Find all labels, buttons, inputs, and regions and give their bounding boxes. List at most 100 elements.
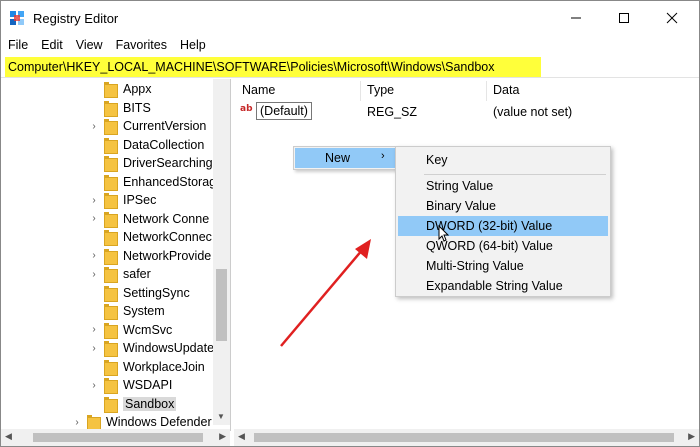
menu-favorites[interactable]: Favorites xyxy=(109,35,173,55)
close-icon xyxy=(666,12,678,24)
minimize-icon xyxy=(571,17,581,19)
chevron-right-icon[interactable]: › xyxy=(89,121,99,132)
submenu-item-dword-value[interactable]: DWORD (32-bit) Value xyxy=(398,216,608,236)
submenu-item-label: String Value xyxy=(426,179,494,193)
folder-icon xyxy=(104,230,118,246)
scrollbar-thumb[interactable] xyxy=(254,433,674,442)
values-horizontal-scrollbar[interactable]: ◀ ▶ xyxy=(234,429,699,446)
scroll-down-icon[interactable]: ▼ xyxy=(217,412,225,421)
tree-item-label: NetworkConnec xyxy=(123,230,212,244)
tree-item-label: CurrentVersion xyxy=(123,119,207,133)
window-title: Registry Editor xyxy=(33,11,119,26)
folder-icon xyxy=(104,359,118,376)
folder-icon xyxy=(104,137,118,154)
scroll-left-icon[interactable]: ◀ xyxy=(5,431,12,442)
scroll-right-icon[interactable]: ▶ xyxy=(688,431,695,442)
tree-item-label: DataCollection xyxy=(123,137,205,152)
scrollbar-thumb[interactable] xyxy=(33,433,203,442)
folder-icon xyxy=(104,211,118,228)
folder-icon xyxy=(104,119,118,135)
tree-item[interactable]: System xyxy=(104,302,165,320)
submenu-item-binary-value[interactable]: Binary Value xyxy=(398,196,608,216)
tree-vertical-scrollbar[interactable]: ▼ xyxy=(213,79,230,425)
tree-item[interactable]: › WcmSvc xyxy=(92,321,172,339)
tree-item[interactable]: WorkplaceJoin xyxy=(104,358,205,376)
submenu-item-multi-string-value[interactable]: Multi-String Value xyxy=(398,256,608,276)
column-divider[interactable] xyxy=(360,81,361,101)
scroll-left-icon[interactable]: ◀ xyxy=(238,431,245,442)
chevron-right-icon: › xyxy=(381,150,385,162)
scroll-right-icon[interactable]: ▶ xyxy=(219,431,226,442)
menu-help[interactable]: Help xyxy=(173,35,212,55)
folder-icon xyxy=(104,396,118,413)
minimize-button[interactable] xyxy=(553,1,599,35)
submenu-item-expandable-string-value[interactable]: Expandable String Value xyxy=(398,276,608,296)
tree-item[interactable]: Sandbox xyxy=(104,395,177,413)
tree-item-label: WSDAPI xyxy=(123,378,173,392)
tree-item-label: BITS xyxy=(123,100,151,115)
mouse-cursor-icon xyxy=(438,225,450,242)
tree-horizontal-scrollbar[interactable]: ◀ ▶ xyxy=(1,429,230,446)
tree-item-label: safer xyxy=(123,267,151,281)
title-bar: Registry Editor xyxy=(1,1,699,35)
column-name-header[interactable]: Name xyxy=(242,83,275,97)
tree-item[interactable]: SettingSync xyxy=(104,284,190,302)
chevron-right-icon[interactable]: › xyxy=(89,380,99,391)
tree-item[interactable]: › NetworkProvide xyxy=(92,247,211,265)
annotation-arrow-icon xyxy=(280,239,371,347)
tree-item-label: WindowsUpdate xyxy=(123,341,215,355)
tree-item[interactable]: EnhancedStorag xyxy=(104,173,216,191)
folder-icon xyxy=(104,267,118,283)
chevron-right-icon[interactable]: › xyxy=(89,269,99,280)
tree-item[interactable]: › Network Conne xyxy=(92,210,209,228)
menu-file[interactable]: File xyxy=(1,35,34,55)
close-button[interactable] xyxy=(649,1,695,35)
tree-item[interactable]: Appx xyxy=(104,80,152,98)
menu-bar: File Edit View Favorites Help xyxy=(1,35,212,55)
menu-view[interactable]: View xyxy=(69,35,109,55)
scrollbar-thumb[interactable] xyxy=(216,269,227,341)
string-value-icon: ab xyxy=(240,104,253,114)
maximize-button[interactable] xyxy=(601,1,647,35)
chevron-right-icon[interactable]: › xyxy=(89,213,99,224)
tree-item[interactable]: › WindowsUpdate xyxy=(92,339,215,357)
folder-icon xyxy=(104,322,118,339)
tree-item[interactable]: › IPSec xyxy=(92,191,156,209)
submenu-item-qword-value[interactable]: QWORD (64-bit) Value xyxy=(398,236,608,256)
folder-icon xyxy=(104,156,118,172)
tree-item[interactable]: NetworkConnec xyxy=(104,228,212,246)
tree-item-label: Appx xyxy=(123,82,152,96)
value-name[interactable]: (Default) xyxy=(256,102,312,120)
menu-edit[interactable]: Edit xyxy=(34,35,69,55)
column-divider[interactable] xyxy=(486,81,487,101)
context-menu-new-label: New xyxy=(325,151,351,165)
menu-separator xyxy=(424,174,606,175)
tree-item-label: Windows Defender xyxy=(106,415,212,429)
address-divider xyxy=(1,77,699,78)
chevron-right-icon[interactable]: › xyxy=(89,343,99,354)
submenu-item-label: Expandable String Value xyxy=(426,279,563,293)
tree-item[interactable]: › safer xyxy=(92,265,151,283)
context-menu-new[interactable]: New › xyxy=(295,148,395,168)
tree-item-label: DriverSearching xyxy=(123,156,213,170)
new-submenu: Key String Value Binary Value DWORD (32-… xyxy=(395,146,611,297)
folder-icon xyxy=(104,193,118,209)
chevron-right-icon[interactable]: › xyxy=(89,324,99,335)
address-bar[interactable]: Computer\HKEY_LOCAL_MACHINE\SOFTWARE\Pol… xyxy=(5,57,541,78)
column-type-header[interactable]: Type xyxy=(367,83,394,97)
tree-item[interactable]: › WSDAPI xyxy=(92,376,173,394)
submenu-item-key[interactable]: Key xyxy=(398,150,608,170)
tree-item[interactable]: DataCollection xyxy=(104,136,204,154)
column-data-header[interactable]: Data xyxy=(493,83,519,97)
tree-item[interactable]: DriverSearching xyxy=(104,154,213,172)
chevron-right-icon[interactable]: › xyxy=(89,250,99,261)
submenu-item-string-value[interactable]: String Value xyxy=(398,176,608,196)
registry-editor-window: Registry Editor File Edit View Favorites… xyxy=(0,0,700,447)
tree-item-label: EnhancedStorag xyxy=(123,174,217,189)
tree-item[interactable]: › CurrentVersion xyxy=(92,117,207,135)
tree-item[interactable]: BITS xyxy=(104,99,151,117)
chevron-right-icon[interactable]: › xyxy=(89,195,99,206)
folder-icon xyxy=(104,285,118,302)
chevron-right-icon[interactable]: › xyxy=(72,417,82,428)
value-row-default[interactable]: ab (Default) REG_SZ (value not set) xyxy=(234,101,699,121)
